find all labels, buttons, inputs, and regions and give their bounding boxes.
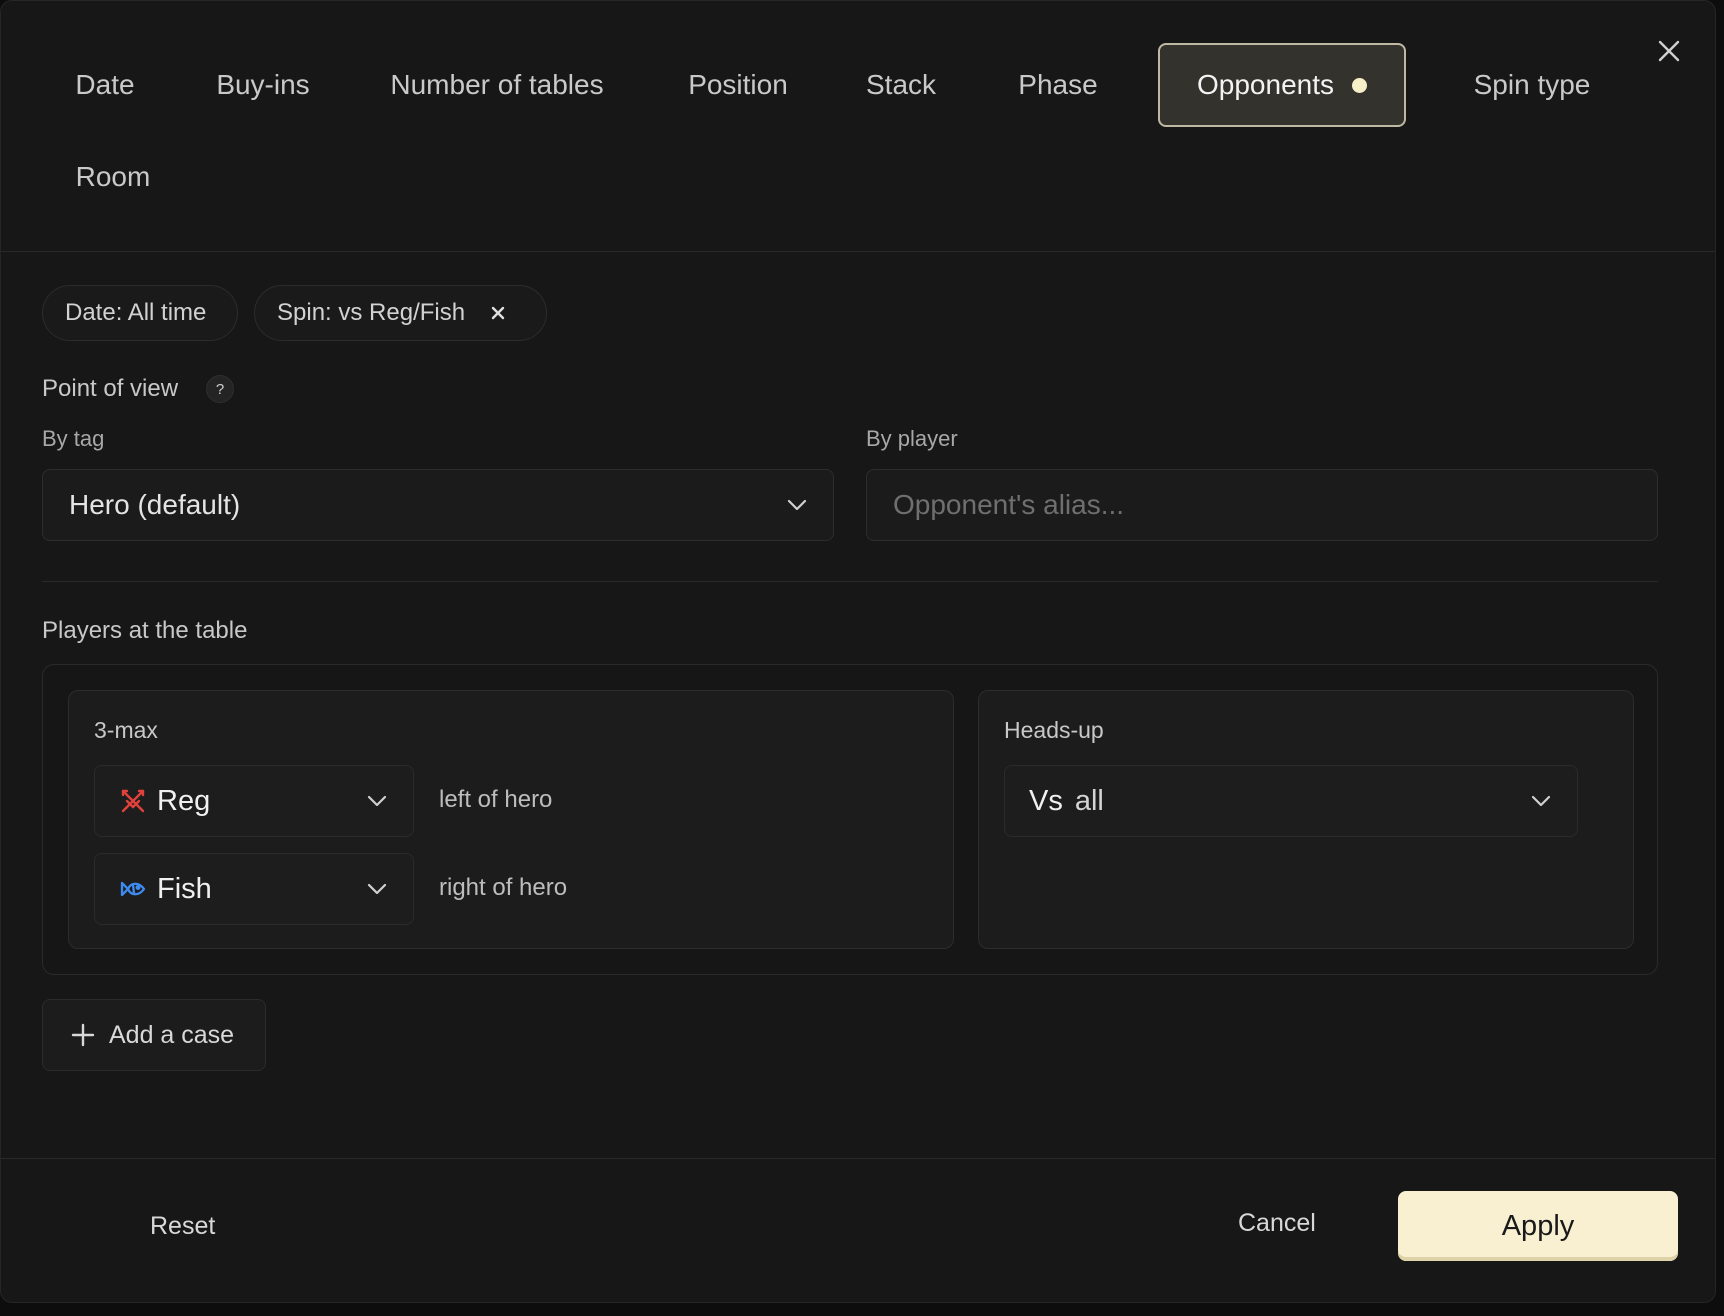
add-case-button[interactable]: Add a case bbox=[42, 999, 266, 1071]
players-case-box: 3-max Reg left of hero Fish right of her… bbox=[42, 664, 1658, 975]
three-max-title: 3-max bbox=[94, 717, 158, 743]
opponent-alias-input[interactable] bbox=[866, 469, 1658, 541]
tab-date[interactable]: Date bbox=[43, 43, 167, 127]
heads-up-select[interactable]: Vs all bbox=[1004, 765, 1578, 837]
fish-icon bbox=[119, 875, 147, 903]
filter-chip-spin[interactable]: Spin: vs Reg/Fish bbox=[254, 285, 547, 341]
remove-chip-button[interactable] bbox=[491, 306, 505, 320]
chevron-down-icon bbox=[787, 499, 807, 511]
left-opponent-select[interactable]: Reg bbox=[94, 765, 414, 837]
section-divider bbox=[42, 581, 1658, 582]
close-icon bbox=[1658, 40, 1680, 62]
tabs-divider bbox=[1, 251, 1715, 252]
tab-phase[interactable]: Phase bbox=[993, 43, 1123, 127]
heads-up-card: Heads-up Vs all bbox=[978, 690, 1634, 949]
help-icon: ? bbox=[215, 380, 225, 398]
point-of-view-title: Point of view bbox=[42, 375, 179, 402]
players-at-table-title: Players at the table bbox=[42, 617, 248, 644]
swords-icon bbox=[119, 787, 147, 815]
tab-spin-type[interactable]: Spin type bbox=[1437, 43, 1627, 127]
vs-prefix: Vs bbox=[1029, 784, 1063, 817]
reset-button[interactable]: Reset bbox=[150, 1212, 215, 1241]
by-player-label: By player bbox=[866, 426, 958, 451]
apply-button[interactable]: Apply bbox=[1398, 1191, 1678, 1261]
close-icon bbox=[491, 306, 505, 320]
tab-position[interactable]: Position bbox=[663, 43, 813, 127]
help-button[interactable]: ? bbox=[206, 375, 234, 403]
heads-up-title: Heads-up bbox=[1004, 717, 1104, 743]
filter-modal: Date Buy-ins Number of tables Position S… bbox=[0, 0, 1716, 1303]
plus-icon bbox=[71, 1023, 95, 1047]
close-button[interactable] bbox=[1653, 35, 1685, 67]
right-opponent-select[interactable]: Fish bbox=[94, 853, 414, 925]
tab-number-of-tables[interactable]: Number of tables bbox=[369, 43, 625, 127]
chevron-down-icon bbox=[367, 795, 387, 807]
by-tag-label: By tag bbox=[42, 426, 105, 451]
left-of-hero-text: left of hero bbox=[439, 786, 553, 813]
filter-chip-date[interactable]: Date: All time bbox=[42, 285, 238, 341]
chevron-down-icon bbox=[367, 883, 387, 895]
chevron-down-icon bbox=[1531, 795, 1551, 807]
active-filter-dot bbox=[1352, 77, 1367, 93]
tab-opponents[interactable]: Opponents bbox=[1158, 43, 1406, 127]
cancel-button[interactable]: Cancel bbox=[1238, 1209, 1316, 1238]
tab-buy-ins[interactable]: Buy-ins bbox=[193, 43, 333, 127]
tab-stack[interactable]: Stack bbox=[843, 43, 959, 127]
tab-room[interactable]: Room bbox=[43, 135, 183, 219]
by-tag-select[interactable]: Hero (default) bbox=[42, 469, 834, 541]
three-max-card: 3-max Reg left of hero Fish right of her… bbox=[68, 690, 954, 949]
footer-divider bbox=[1, 1158, 1715, 1159]
right-of-hero-text: right of hero bbox=[439, 874, 568, 901]
